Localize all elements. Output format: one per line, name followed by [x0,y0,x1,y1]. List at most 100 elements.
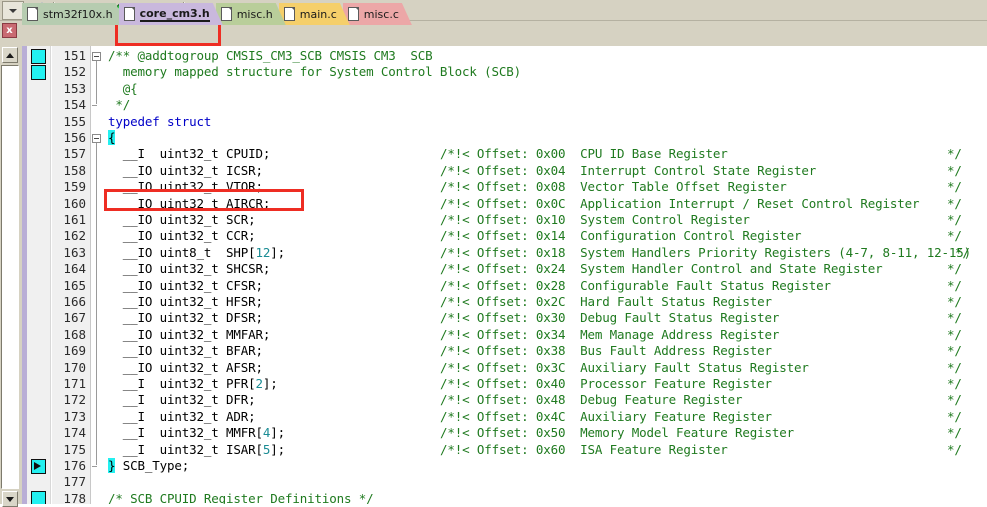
inline-comment: /*!< Offset: 0x34 Mem Manage Address Reg… [440,326,780,342]
code-line: __IO uint32_t AIRCR; /*!< Offset: 0x0C Ap… [22,196,987,212]
code-text: __IO uint32_t AIRCR; [108,195,271,211]
code-line: __IO uint32_t BFAR; /*!< Offset: 0x38 Bus… [22,343,987,359]
code-text: __IO uint32_t ICSR; [108,162,263,178]
fold-tree-tick [92,105,97,107]
comment-end: */ [947,310,962,326]
inline-comment: /*!< Offset: 0x14 Configuration Control … [440,228,802,244]
code-text: __I uint32_t DFR; [108,392,256,408]
document-icon [27,7,38,21]
comment-end: */ [955,244,970,260]
code-line: __IO uint32_t VTOR; /*!< Offset: 0x08 Vec… [22,179,987,195]
code-line: __IO uint32_t AFSR; /*!< Offset: 0x3C Aux… [22,360,987,376]
code-text: __IO uint32_t SHCSR; [108,261,271,277]
code-line: typedef struct [22,114,987,130]
code-line: __IO uint32_t MMFAR; /*!< Offset: 0x34 Me… [22,327,987,343]
code-text: __IO uint32_t HFSR; [108,294,263,309]
code-text: /* SCB CPUID Register Definitions */ [108,490,374,504]
code-line: } SCB_Type; [22,458,987,474]
close-icon[interactable]: x [2,23,17,38]
code-text: __I uint32_t CPUID; [108,146,271,162]
inline-comment: /*!< Offset: 0x40 Processor Feature Regi… [440,376,772,391]
code-line: __IO uint32_t CCR; /*!< Offset: 0x14 Conf… [22,228,987,244]
code-editor[interactable]: 151/** @addtogroup CMSIS_CM3_SCB CMSIS C… [22,46,987,504]
code-line: __I uint32_t DFR; /*!< Offset: 0x48 Debug… [22,392,987,408]
code-text: __IO uint32_t DFSR; [108,310,263,326]
triangle-down-icon [6,496,14,502]
inline-comment: /*!< Offset: 0x38 Bus Fault Address Regi… [440,343,772,359]
code-text: __IO uint32_t AFSR; [108,359,263,375]
code-text: __I uint32_t ADR; [108,408,256,424]
document-icon [348,7,359,21]
document-icon [221,7,232,21]
code-text: __IO uint32_t BFAR; [108,343,263,359]
inline-comment: /*!< Offset: 0x50 Memory Model Feature R… [440,425,795,441]
code-text: typedef struct [108,113,212,129]
tab-label: stm32f10x.h [43,7,113,21]
tab-misc-h[interactable]: misc.h [216,3,286,25]
scroll-up-button[interactable] [2,47,18,63]
code-text: __IO uint32_t VTOR; [108,179,263,195]
code-text: __IO uint32_t CFSR; [108,277,263,293]
document-icon [284,7,295,21]
scroll-track[interactable] [1,65,19,489]
code-text: __IO uint32_t CCR; [108,228,256,244]
inline-comment: /*!< Offset: 0x48 Debug Feature Register [440,392,743,408]
comment-end: */ [947,343,962,359]
code-line: __I uint32_t MMFR[4]; /*!< Offset: 0x50 M… [22,425,987,441]
comment-end: */ [947,277,962,293]
scroll-down-button[interactable] [2,491,18,507]
inline-comment: /*!< Offset: 0x28 Configurable Fault Sta… [440,277,831,293]
fold-tree-line [96,143,97,465]
code-text: __IO uint32_t MMFAR; [108,326,271,342]
code-text: __I uint32_t PFR[2]; [108,376,278,391]
dropdown-chevron-button[interactable] [2,1,24,20]
code-text: __IO uint8_t SHP[12]; [108,244,286,260]
code-line: memory mapped structure for System Contr… [22,64,987,80]
comment-end: */ [947,408,962,424]
left-edge-strip: x [0,21,22,507]
tab-main-c[interactable]: main.c [279,3,350,25]
inline-comment: /*!< Offset: 0x24 System Handler Control… [440,261,883,277]
triangle-up-icon [6,52,14,58]
inline-comment: /*!< Offset: 0x30 Debug Fault Status Reg… [440,310,780,326]
comment-end: */ [947,261,962,277]
tab-label: misc.h [236,7,273,21]
comment-end: */ [947,146,962,162]
inline-comment: /*!< Offset: 0x3C Auxiliary Fault Status… [440,359,809,375]
tab-misc-c[interactable]: misc.c [343,3,412,25]
comment-end: */ [947,162,962,178]
fold-tree-tick [92,466,97,467]
comment-end: */ [947,425,962,441]
fold-tree-line [96,61,97,105]
tab-stm32f10x-h[interactable]: stm32f10x.h [22,3,126,25]
code-text: __I uint32_t ISAR[5]; [108,441,286,457]
inline-comment: /*!< Offset: 0x18 System Handlers Priori… [440,244,972,260]
comment-end: */ [947,392,962,408]
comment-end: */ [947,195,962,211]
code-line: __IO uint32_t HFSR; /*!< Offset: 0x2C Har… [22,294,987,310]
code-text: */ [108,97,131,113]
code-line: __I uint32_t PFR[2]; /*!< Offset: 0x40 Pr… [22,376,987,392]
comment-end: */ [947,294,962,309]
tab-label: misc.c [363,7,399,21]
code-line: __IO uint8_t SHP[12]; /*!< Offset: 0x18 S… [22,245,987,261]
inline-comment: /*!< Offset: 0x08 Vector Table Offset Re… [440,179,787,195]
tab-core-cm3-h[interactable]: core_cm3.h [119,3,223,25]
code-line: __IO uint32_t SHCSR; /*!< Offset: 0x24 Sy… [22,261,987,277]
code-line: __I uint32_t ADR; /*!< Offset: 0x4C Auxil… [22,409,987,425]
inline-comment: /*!< Offset: 0x04 Interrupt Control Stat… [440,162,817,178]
code-text: __IO uint32_t SCR; [108,212,256,227]
chevron-down-icon [9,8,17,13]
tab-label: core_cm3.h [139,6,210,20]
fold-toggle[interactable] [92,52,101,61]
tab-label: main.c [299,7,337,21]
code-line: __IO uint32_t ICSR; /*!< Offset: 0x04 Int… [22,163,987,179]
inline-comment: /*!< Offset: 0x00 CPU ID Base Register [440,146,728,162]
code-line: __I uint32_t CPUID; /*!< Offset: 0x00 CPU… [22,146,987,162]
fold-toggle[interactable] [92,134,101,143]
comment-end: */ [947,228,962,244]
code-line: /** @addtogroup CMSIS_CM3_SCB CMSIS CM3 … [22,48,987,64]
code-line: __IO uint32_t CFSR; /*!< Offset: 0x28 Con… [22,278,987,294]
code-text: { [108,130,116,145]
comment-end: */ [947,212,962,227]
